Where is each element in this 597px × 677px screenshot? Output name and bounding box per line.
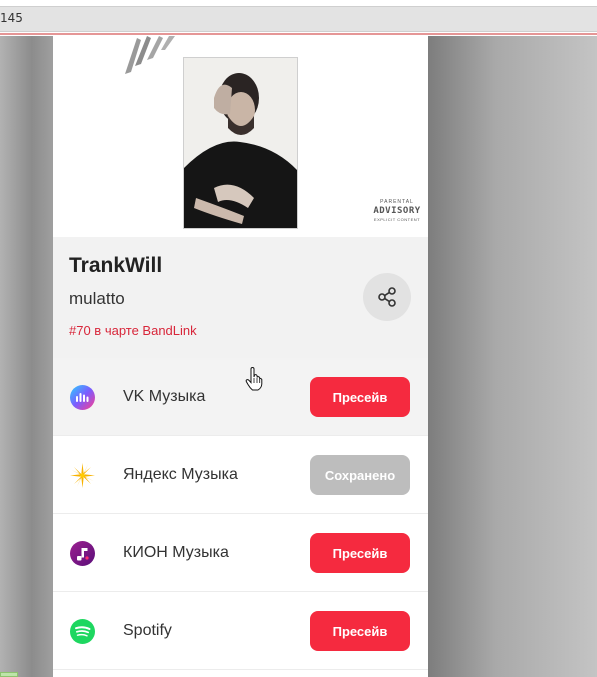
service-name: КИОН Музыка <box>123 544 229 561</box>
album-cover: PARENTAL ADVISORY EXPLICIT CONTENT <box>53 36 428 237</box>
taskbar-indicator <box>0 672 18 677</box>
release-info: TrankWill mulatto #70 в чарте BandLink <box>53 237 428 358</box>
album-photo <box>183 57 298 229</box>
address-url-text: 145 <box>0 11 23 25</box>
browser-top-bar: 145 <box>0 0 597 36</box>
address-bar[interactable]: 145 <box>0 6 597 32</box>
service-name: Яндекс Музыка <box>123 466 238 483</box>
advisory-bottom-text: EXPLICIT CONTENT <box>373 217 421 222</box>
service-row-spotify[interactable]: Spotify Пресейв <box>53 592 428 670</box>
advisory-top-text: PARENTAL <box>380 199 414 205</box>
share-button[interactable] <box>363 273 411 321</box>
hand-cursor-icon <box>245 367 263 391</box>
release-card: PARENTAL ADVISORY EXPLICIT CONTENT Trank… <box>53 36 428 677</box>
saved-button-yandex-music[interactable]: Сохранено <box>310 455 410 495</box>
presave-button-spotify[interactable]: Пресейв <box>310 611 410 651</box>
brush-stroke-art <box>125 36 175 74</box>
yandex-music-icon <box>70 463 95 488</box>
service-name: Spotify <box>123 622 172 639</box>
share-icon <box>378 287 396 307</box>
blurred-background-right <box>428 36 597 677</box>
service-row-yandex-music[interactable]: Яндекс Музыка Сохранено <box>53 436 428 514</box>
blurred-background-left <box>0 36 53 677</box>
loading-line <box>0 33 597 35</box>
kion-music-icon <box>70 541 95 566</box>
presave-button-vk-music[interactable]: Пресейв <box>310 377 410 417</box>
advisory-main-text: ADVISORY <box>373 206 421 216</box>
chart-position[interactable]: #70 в чарте BandLink <box>69 323 197 338</box>
service-name: VK Музыка <box>123 388 206 405</box>
release-title: TrankWill <box>69 254 163 277</box>
service-row-kion-music[interactable]: КИОН Музыка Пресейв <box>53 514 428 592</box>
service-row-vk-music[interactable]: VK Музыка Пресейв <box>53 358 428 436</box>
vk-music-icon <box>70 385 95 410</box>
release-artist[interactable]: mulatto <box>69 289 125 309</box>
spotify-icon <box>70 619 95 644</box>
parental-advisory-label: PARENTAL ADVISORY EXPLICIT CONTENT <box>373 200 421 228</box>
presave-button-kion-music[interactable]: Пресейв <box>310 533 410 573</box>
